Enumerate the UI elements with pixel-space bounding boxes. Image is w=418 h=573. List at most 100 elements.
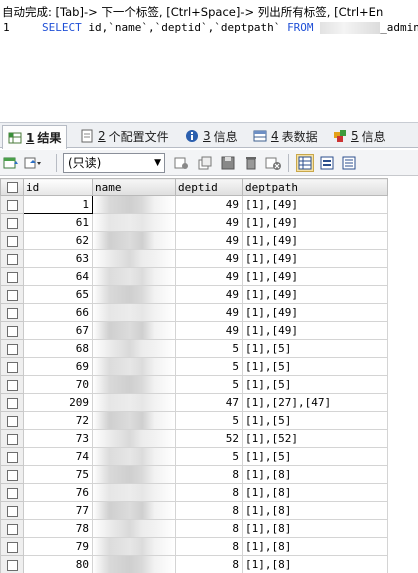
cell-id[interactable]: 68 <box>23 339 93 358</box>
cell-name-redacted[interactable] <box>92 429 176 448</box>
cell-deptpath[interactable]: [1],[27],[47] <box>242 393 388 412</box>
column-header-id[interactable]: id <box>23 178 93 196</box>
table-row[interactable]: 64 49 [1],[49] <box>0 267 388 286</box>
cell-deptpath[interactable]: [1],[49] <box>242 195 388 214</box>
table-row[interactable]: 68 5 [1],[5] <box>0 339 388 358</box>
table-row[interactable]: 1 49 [1],[49] <box>0 195 388 214</box>
cell-id[interactable]: 74 <box>23 447 93 466</box>
cell-deptid[interactable]: 49 <box>175 285 243 304</box>
cell-deptpath[interactable]: [1],[8] <box>242 483 388 502</box>
save-icon[interactable] <box>219 154 237 172</box>
cell-id[interactable]: 70 <box>23 375 93 394</box>
cell-deptid[interactable]: 8 <box>175 465 243 484</box>
import-dropdown-icon[interactable] <box>24 154 42 172</box>
cell-id[interactable]: 80 <box>23 555 93 573</box>
cell-deptid[interactable]: 49 <box>175 213 243 232</box>
cell-name-redacted[interactable] <box>92 267 176 286</box>
cell-deptid[interactable]: 5 <box>175 357 243 376</box>
add-row-icon[interactable] <box>172 154 190 172</box>
cell-name-redacted[interactable] <box>92 393 176 412</box>
tab-info-2[interactable]: 5 信息 <box>328 125 391 147</box>
cell-id[interactable]: 65 <box>23 285 93 304</box>
cell-deptpath[interactable]: [1],[8] <box>242 555 388 573</box>
cell-deptid[interactable]: 8 <box>175 483 243 502</box>
row-checkbox[interactable] <box>0 501 24 520</box>
cell-name-redacted[interactable] <box>92 501 176 520</box>
cell-deptid[interactable]: 8 <box>175 519 243 538</box>
table-row[interactable]: 63 49 [1],[49] <box>0 249 388 268</box>
cell-name-redacted[interactable] <box>92 537 176 556</box>
row-checkbox[interactable] <box>0 411 24 430</box>
cell-deptpath[interactable]: [1],[5] <box>242 339 388 358</box>
cell-deptid[interactable]: 5 <box>175 411 243 430</box>
cell-deptpath[interactable]: [1],[8] <box>242 537 388 556</box>
row-checkbox[interactable] <box>0 465 24 484</box>
duplicate-row-icon[interactable] <box>196 154 214 172</box>
column-header-deptid[interactable]: deptid <box>175 178 243 196</box>
tab-results[interactable]: 1 结果 <box>2 125 68 149</box>
row-checkbox[interactable] <box>0 303 24 322</box>
cell-deptid[interactable]: 49 <box>175 231 243 250</box>
cell-deptid[interactable]: 49 <box>175 267 243 286</box>
cell-deptpath[interactable]: [1],[8] <box>242 519 388 538</box>
cell-deptid[interactable]: 49 <box>175 321 243 340</box>
cell-name-redacted[interactable] <box>92 447 176 466</box>
form-view-icon[interactable] <box>318 154 336 172</box>
cell-name-redacted[interactable] <box>92 519 176 538</box>
cell-deptid[interactable]: 5 <box>175 447 243 466</box>
cell-id[interactable]: 64 <box>23 267 93 286</box>
tab-info[interactable]: 3 信息 <box>180 125 243 147</box>
text-view-icon[interactable] <box>340 154 358 172</box>
cell-deptpath[interactable]: [1],[49] <box>242 303 388 322</box>
tab-table-data[interactable]: 4 表数据 <box>248 125 323 147</box>
cell-deptid[interactable]: 5 <box>175 339 243 358</box>
cell-id[interactable]: 69 <box>23 357 93 376</box>
cell-deptpath[interactable]: [1],[5] <box>242 375 388 394</box>
row-checkbox[interactable] <box>0 429 24 448</box>
cell-name-redacted[interactable] <box>92 249 176 268</box>
cell-id[interactable]: 61 <box>23 213 93 232</box>
row-checkbox[interactable] <box>0 555 24 573</box>
table-row[interactable]: 70 5 [1],[5] <box>0 375 388 394</box>
cell-deptpath[interactable]: [1],[8] <box>242 465 388 484</box>
cell-name-redacted[interactable] <box>92 357 176 376</box>
cell-deptid[interactable]: 8 <box>175 555 243 573</box>
cell-id[interactable]: 76 <box>23 483 93 502</box>
table-row[interactable]: 73 52 [1],[52] <box>0 429 388 448</box>
cell-deptpath[interactable]: [1],[49] <box>242 231 388 250</box>
grid-view-icon[interactable] <box>296 154 314 172</box>
table-row[interactable]: 69 5 [1],[5] <box>0 357 388 376</box>
cell-deptid[interactable]: 49 <box>175 249 243 268</box>
cell-id[interactable]: 67 <box>23 321 93 340</box>
table-row[interactable]: 67 49 [1],[49] <box>0 321 388 340</box>
cell-deptid[interactable]: 49 <box>175 303 243 322</box>
cell-name-redacted[interactable] <box>92 339 176 358</box>
cell-id[interactable]: 79 <box>23 537 93 556</box>
cell-id[interactable]: 63 <box>23 249 93 268</box>
cell-deptpath[interactable]: [1],[49] <box>242 249 388 268</box>
row-checkbox[interactable] <box>0 231 24 250</box>
cell-id[interactable]: 1 <box>23 195 93 214</box>
row-checkbox[interactable] <box>0 375 24 394</box>
export-icon[interactable] <box>2 154 20 172</box>
row-checkbox[interactable] <box>0 357 24 376</box>
cell-deptpath[interactable]: [1],[5] <box>242 411 388 430</box>
cell-id[interactable]: 78 <box>23 519 93 538</box>
cell-deptid[interactable]: 52 <box>175 429 243 448</box>
cell-name-redacted[interactable] <box>92 411 176 430</box>
row-checkbox[interactable] <box>0 249 24 268</box>
delete-icon[interactable] <box>242 154 260 172</box>
cell-deptpath[interactable]: [1],[49] <box>242 321 388 340</box>
cell-id[interactable]: 62 <box>23 231 93 250</box>
row-checkbox[interactable] <box>0 393 24 412</box>
cell-id[interactable]: 75 <box>23 465 93 484</box>
cell-name-redacted[interactable] <box>92 285 176 304</box>
row-checkbox[interactable] <box>0 519 24 538</box>
column-header-deptpath[interactable]: deptpath <box>242 178 388 196</box>
row-checkbox[interactable] <box>0 195 24 214</box>
read-only-mode-select[interactable]: (只读) ▼ <box>63 153 165 173</box>
cell-name-redacted[interactable] <box>92 555 176 573</box>
table-row[interactable]: 66 49 [1],[49] <box>0 303 388 322</box>
table-row[interactable]: 78 8 [1],[8] <box>0 519 388 538</box>
row-checkbox[interactable] <box>0 285 24 304</box>
